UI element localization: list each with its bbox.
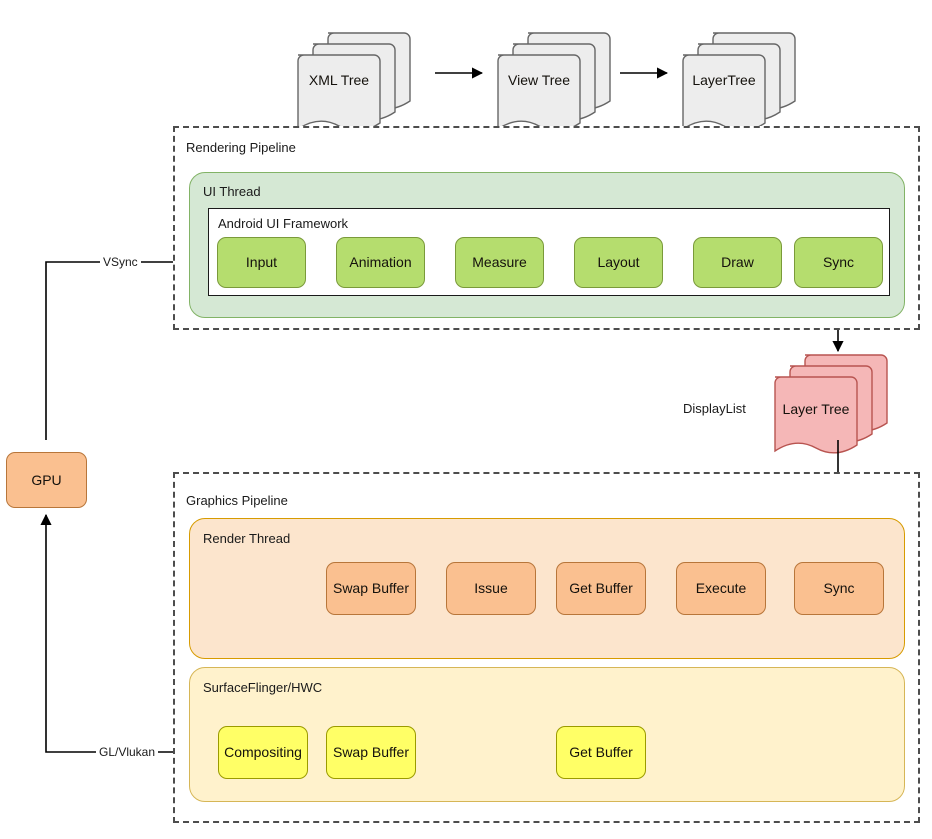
edge-label-gl-vulkan: GL/Vlukan: [96, 745, 159, 759]
node-animation[interactable]: Animation: [336, 237, 425, 288]
node-sf-compositing[interactable]: Compositing: [218, 726, 308, 779]
surface-flinger-title: SurfaceFlinger/HWC: [203, 680, 323, 695]
node-sf-swap-buffer[interactable]: Swap Buffer: [326, 726, 416, 779]
doc-shape-layer-tree-top: [682, 32, 796, 132]
node-input[interactable]: Input: [217, 237, 306, 288]
node-rt-execute[interactable]: Execute: [676, 562, 766, 615]
doc-shape-layer-tree-pink: [774, 354, 888, 454]
node-sf-get-buffer[interactable]: Get Buffer: [556, 726, 646, 779]
diagram-canvas: XML Tree View Tree LayerTree Rendering P…: [0, 0, 932, 839]
doc-shape-view-tree: [497, 32, 611, 132]
doc-shape-xml-tree: [297, 32, 411, 132]
android-ui-framework-title: Android UI Framework: [218, 216, 349, 231]
render-thread-title: Render Thread: [203, 531, 291, 546]
node-rt-swap-buffer[interactable]: Swap Buffer: [326, 562, 416, 615]
node-rt-sync[interactable]: Sync: [794, 562, 884, 615]
node-measure[interactable]: Measure: [455, 237, 544, 288]
rendering-pipeline-title: Rendering Pipeline: [186, 140, 296, 155]
node-layout[interactable]: Layout: [574, 237, 663, 288]
node-ui-sync[interactable]: Sync: [794, 237, 883, 288]
node-gpu[interactable]: GPU: [6, 452, 87, 508]
display-list-label: DisplayList: [683, 401, 746, 416]
node-draw[interactable]: Draw: [693, 237, 782, 288]
graphics-pipeline-title: Graphics Pipeline: [186, 493, 288, 508]
node-rt-get-buffer[interactable]: Get Buffer: [556, 562, 646, 615]
node-rt-issue[interactable]: Issue: [446, 562, 536, 615]
edge-label-vsync: VSync: [100, 255, 141, 269]
ui-thread-title: UI Thread: [203, 184, 261, 199]
